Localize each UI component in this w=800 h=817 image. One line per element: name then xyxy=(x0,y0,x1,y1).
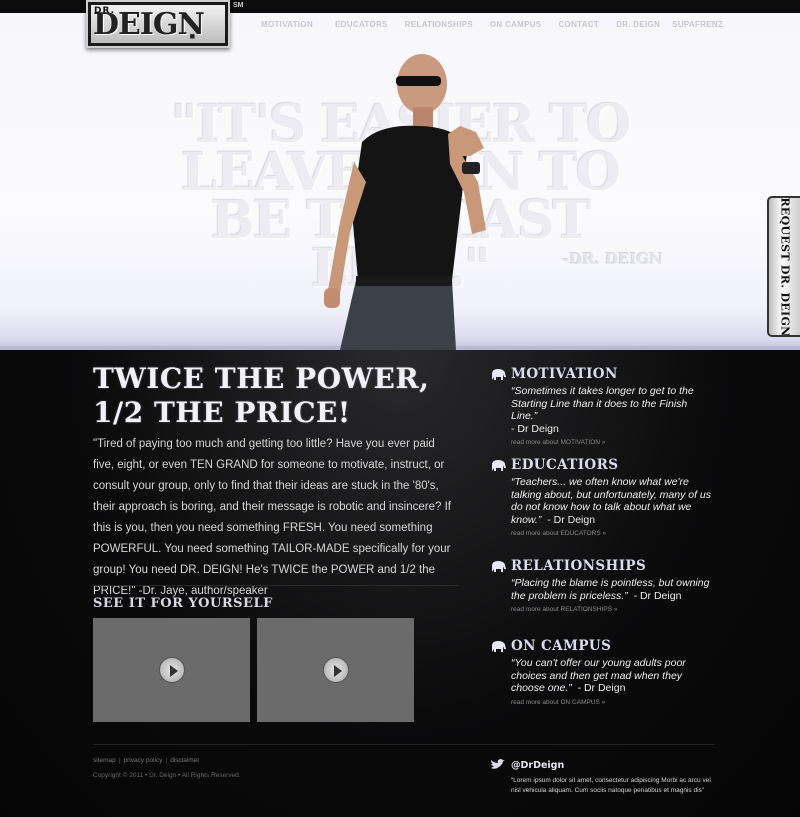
twitter-handle[interactable]: @DrDeign xyxy=(511,760,564,771)
request-dr-deign-tab[interactable]: REQUEST DR. DEIGN xyxy=(767,196,800,337)
quote-text: “Sometimes it takes longer to get to the… xyxy=(511,385,694,422)
twitter-widget: @DrDeign “Lorem ipsum dolor sit amet, co… xyxy=(490,759,715,795)
copyright: Copyright © 2011 • Dr. Deign • All Right… xyxy=(93,772,241,779)
nav-contact[interactable]: CONTACT xyxy=(558,20,599,32)
read-more-link[interactable]: read more about ON CAMPUS » xyxy=(511,699,715,706)
videos-title: SEE IT FOR YOURSELF xyxy=(93,596,273,611)
service-mark: SM xyxy=(233,2,244,9)
sitemap-link[interactable]: sitemap xyxy=(93,757,116,764)
read-more-link[interactable]: read more about RELATIONSHIPS » xyxy=(511,606,715,613)
sidebar-quote: “Placing the blame is pointless, but own… xyxy=(511,577,715,602)
main-nav: MOTIVATION EDUCATORS RELATIONSHIPS ON CA… xyxy=(261,20,723,32)
sidebar-section-title: EDUCATIORS xyxy=(511,457,619,473)
video-thumbnail[interactable] xyxy=(93,618,250,722)
twitter-bird-icon xyxy=(491,759,505,769)
sidebar-section-motivation: MOTIVATION “Sometimes it takes longer to… xyxy=(490,365,715,446)
nav-supafrenz[interactable]: SUPAFRENZ xyxy=(672,20,723,32)
elephant-icon: ■ xyxy=(189,31,195,41)
elephant-icon xyxy=(492,368,506,380)
quote-author: - Dr Deign xyxy=(511,422,559,435)
sidebar-section-title: MOTIVATION xyxy=(511,366,618,382)
sidebar-section-educators: EDUCATIORS “Teachers... we often know wh… xyxy=(490,456,715,537)
request-tab-label: REQUEST DR. DEIGN xyxy=(778,196,791,337)
hero-quote-attribution: -DR. DEIGN xyxy=(563,250,664,268)
read-more-link[interactable]: read more about EDUCATORS » xyxy=(511,530,715,537)
elephant-icon xyxy=(492,560,506,572)
quote-author: - Dr Deign xyxy=(577,682,626,694)
sidebar-section-on-campus: ON CAMPUS “You can't offer our young adu… xyxy=(490,637,715,706)
testimonial-text: "Tired of paying too much and getting to… xyxy=(93,438,451,597)
divider xyxy=(93,585,459,586)
nav-relationships[interactable]: RELATIONSHIPS xyxy=(405,20,473,32)
sidebar-quote: “You can't offer our young adults poor c… xyxy=(511,657,715,695)
sidebar-section-title: ON CAMPUS xyxy=(511,638,612,654)
quote-text: “Teachers... we often know what we're ta… xyxy=(511,476,712,526)
sidebar-quote: “Teachers... we often know what we're ta… xyxy=(511,476,715,526)
tweet-text: “Lorem ipsum dolor sit amet, consectetur… xyxy=(511,777,711,794)
footer-links: sitemap | privacy policy | disclaimer xyxy=(93,757,199,764)
play-icon[interactable] xyxy=(158,657,185,683)
sidebar-quote: “Sometimes it takes longer to get to the… xyxy=(511,385,715,435)
main-headline: TWICE THE POWER, 1/2 THE PRICE! xyxy=(93,362,429,430)
headline-line: 1/2 THE PRICE! xyxy=(93,396,351,429)
quote-author: - Dr Deign xyxy=(547,513,596,526)
disclaimer-link[interactable]: disclaimer xyxy=(170,757,199,764)
footer-divider xyxy=(93,744,715,745)
quote-author: - Dr Deign xyxy=(633,589,682,602)
link-separator: | xyxy=(118,757,121,764)
read-more-link[interactable]: read more about MOTIVATION » xyxy=(511,439,715,446)
elephant-icon xyxy=(492,640,506,652)
nav-educators[interactable]: EDUCATORS xyxy=(335,20,388,32)
nav-on-campus[interactable]: ON CAMPUS xyxy=(490,20,542,32)
site-logo[interactable]: DEIGN DR. ■ xyxy=(86,0,230,48)
nav-motivation[interactable]: MOTIVATION xyxy=(261,20,313,32)
elephant-icon xyxy=(492,459,506,471)
sidebar-section-title: RELATIONSHIPS xyxy=(511,558,647,574)
nav-dr-deign[interactable]: DR. DEIGN xyxy=(616,20,660,32)
headline-line: TWICE THE POWER, xyxy=(93,362,430,395)
dr-deign-photo xyxy=(324,54,486,350)
link-separator: | xyxy=(165,757,168,764)
video-thumbnail[interactable] xyxy=(257,618,414,722)
sidebar-section-relationships: RELATIONSHIPS “Placing the blame is poin… xyxy=(490,557,715,613)
privacy-policy-link[interactable]: privacy policy xyxy=(123,757,162,764)
logo-dr: DR. xyxy=(94,6,115,16)
play-icon[interactable] xyxy=(322,657,349,683)
